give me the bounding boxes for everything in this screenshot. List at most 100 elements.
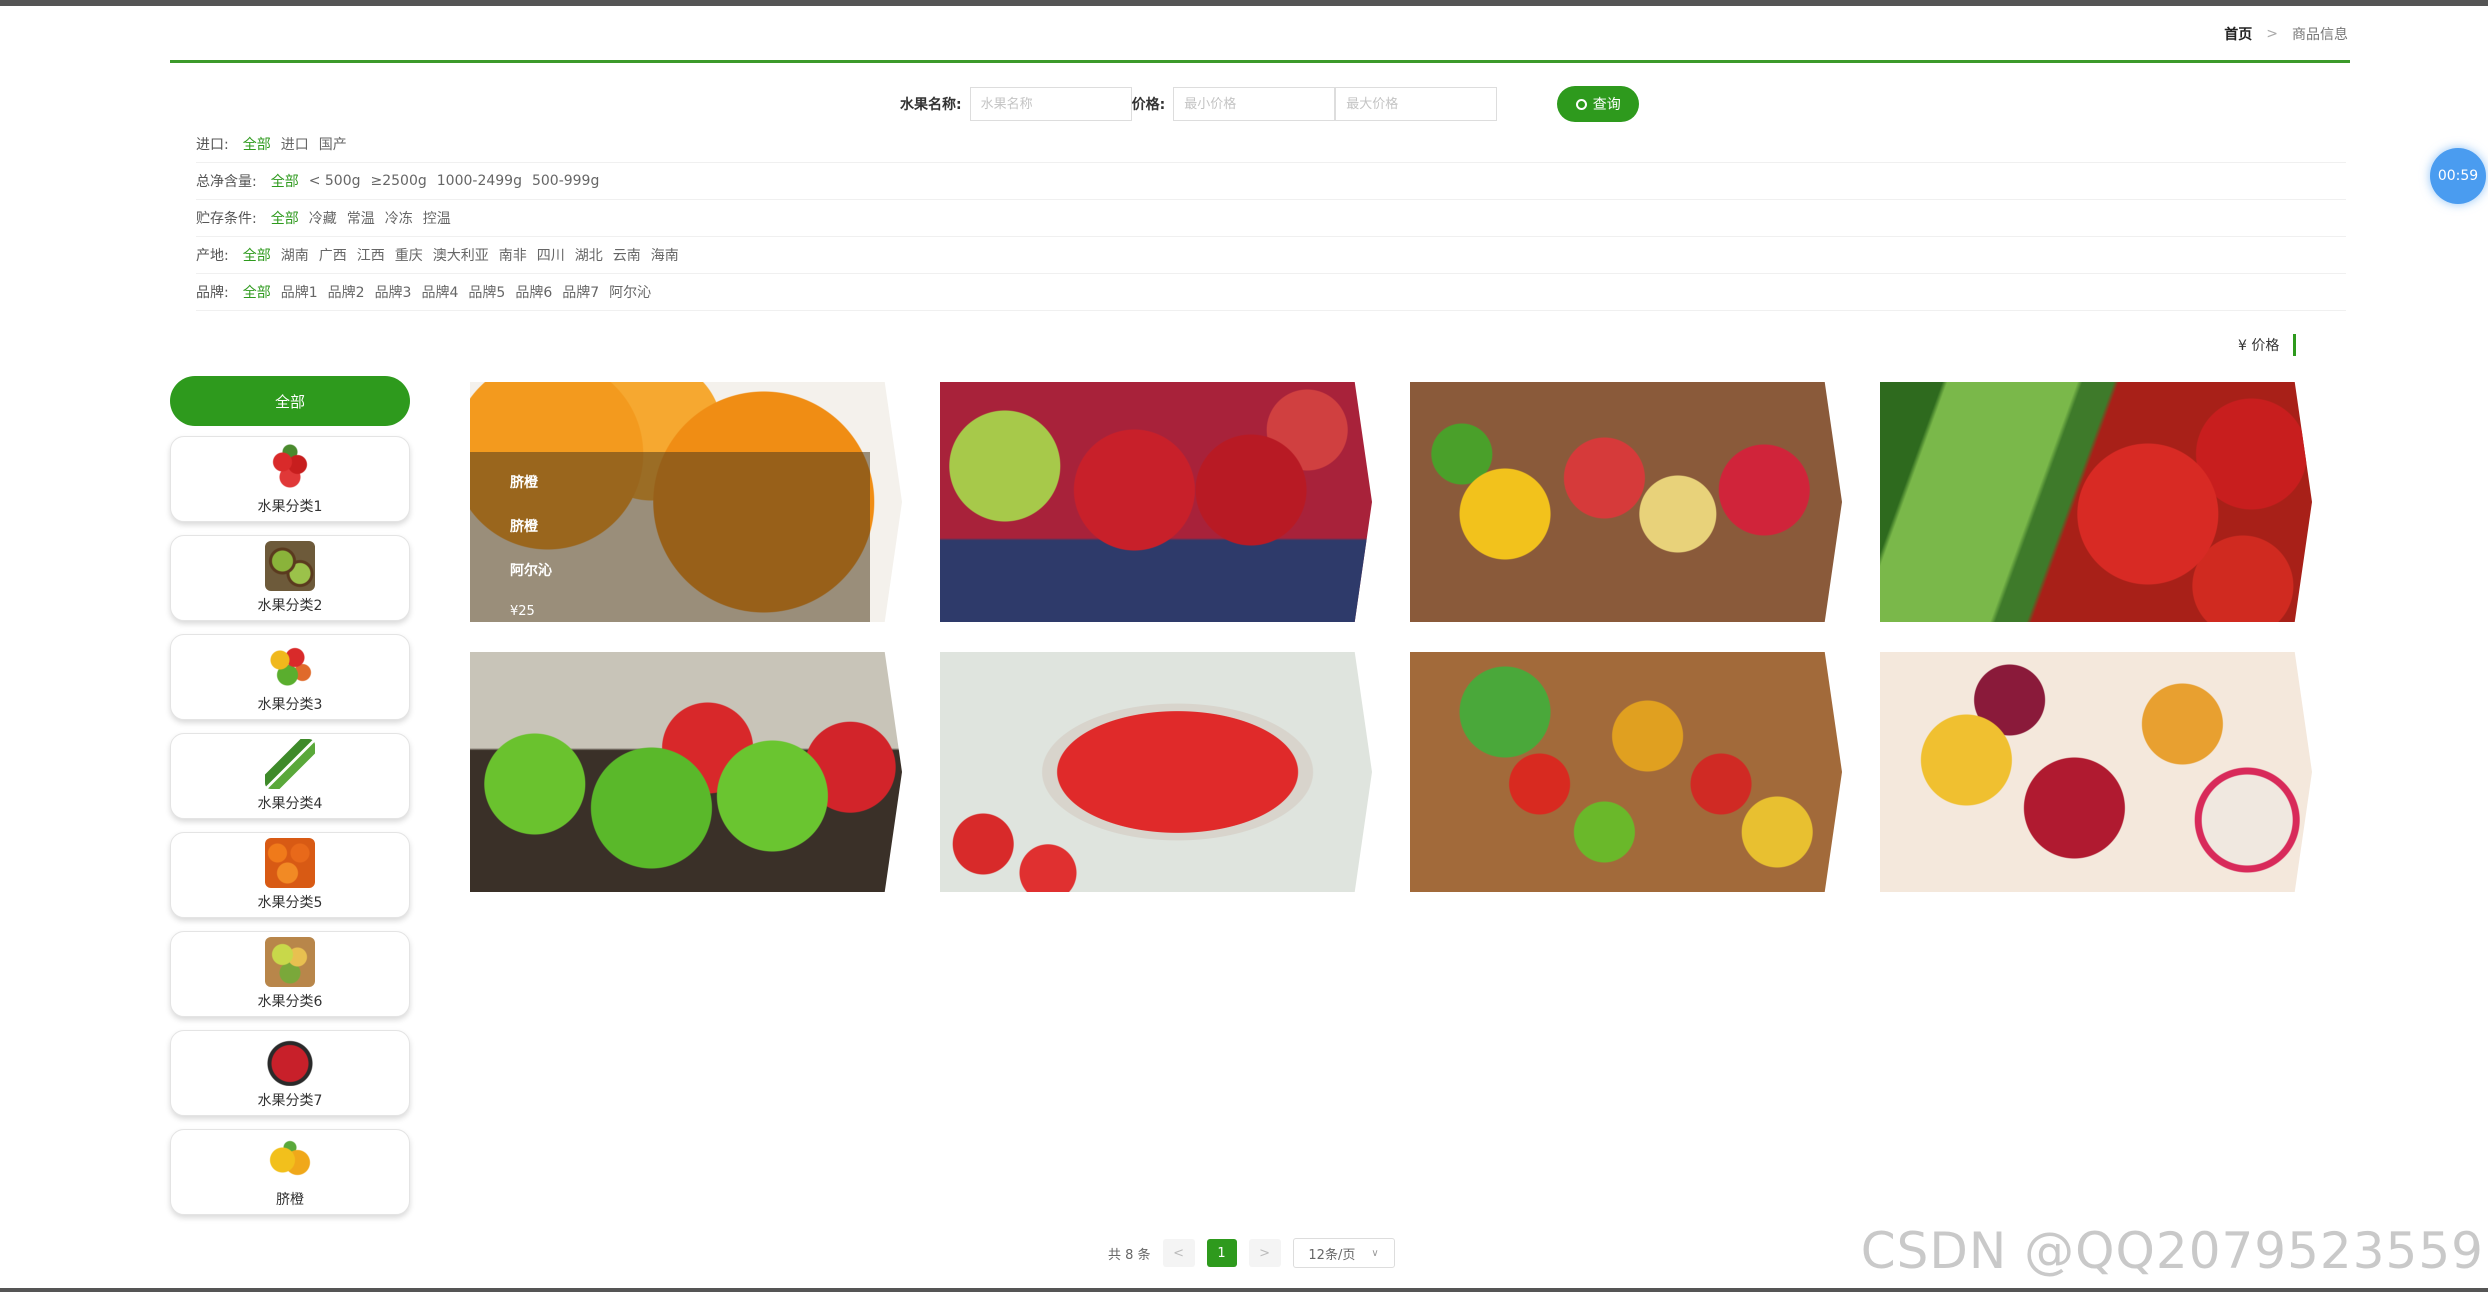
page-size-value: 12条/页 [1308,1247,1356,1263]
category-label: 水果分类1 [257,499,323,515]
filter-option[interactable]: 常温 [347,208,375,228]
filter-option[interactable]: 全部 [243,282,271,302]
product-card[interactable] [470,652,902,892]
fruit-name-input[interactable] [969,87,1132,121]
category-item[interactable]: 水果分类2 [170,535,410,621]
filter-label: 总净含量: [196,174,257,190]
category-label: 水果分类2 [257,598,323,614]
filter-option[interactable]: 全部 [271,171,299,191]
page-number-current[interactable]: 1 [1206,1239,1237,1267]
filter-option[interactable]: 品牌2 [328,282,365,302]
min-price-input[interactable] [1173,87,1336,121]
category-item[interactable]: 脐橙 [170,1129,410,1215]
filter-option[interactable]: 四川 [537,245,565,265]
category-label: 水果分类4 [257,796,323,812]
filter-option[interactable]: 品牌3 [375,282,412,302]
category-item[interactable]: 水果分类5 [170,832,410,918]
mixed-fruit-icon [265,640,315,690]
filter-row: 总净含量: 全部 < 500g ≥2500g 1000-2499g 500-999g [196,163,2346,200]
filter-label: 产地: [196,248,229,264]
sort-control: ¥ 价格 [2238,334,2297,356]
search-button-label: 查询 [1592,97,1621,113]
filter-option[interactable]: 国产 [319,134,347,154]
filter-option[interactable]: 重庆 [395,245,423,265]
pagination: 共 8 条 < 1 > 12条/页 ∨ [1108,1238,1395,1268]
category-label: 水果分类5 [257,895,323,911]
filter-option[interactable]: 湖南 [281,245,309,265]
filter-option[interactable]: 品牌5 [468,282,505,302]
product-hover-overlay: 脐橙 脐橙 阿尔沁 ¥25 [470,452,870,622]
category-item[interactable]: 水果分类4 [170,733,410,819]
sort-indicator [2293,334,2297,356]
timer-badge[interactable]: 00:59 [2430,148,2486,204]
filter-option[interactable]: 品牌7 [562,282,599,302]
product-card[interactable]: 脐橙 脐橙 阿尔沁 ¥25 [470,382,902,622]
cherry-bowl-icon [265,1036,315,1086]
filter-option[interactable]: 品牌6 [515,282,552,302]
next-page-button[interactable]: > [1248,1239,1281,1267]
filter-option[interactable]: 500-999g [532,173,599,189]
category-item[interactable]: 水果分类7 [170,1030,410,1116]
product-price: ¥25 [510,604,535,619]
page-size-select[interactable]: 12条/页 ∨ [1292,1238,1395,1268]
filter-option[interactable]: 海南 [651,245,679,265]
filter-label: 进口: [196,137,229,153]
product-card[interactable] [1410,652,1842,892]
orange-icon [265,1135,315,1185]
product-brand: 阿尔沁 [510,563,552,579]
category-item[interactable]: 水果分类6 [170,931,410,1017]
filter-row: 品牌: 全部 品牌1 品牌2 品牌3 品牌4 品牌5 品牌6 品牌7 阿尔沁 [196,274,2346,311]
filter-option[interactable]: 冷冻 [385,208,413,228]
filter-option[interactable]: 湖北 [575,245,603,265]
sort-by-price-button[interactable]: ¥ 价格 [2238,335,2279,355]
filter-option[interactable]: 进口 [281,134,309,154]
filter-option[interactable]: 1000-2499g [437,173,522,189]
max-price-input[interactable] [1335,87,1498,121]
filter-row: 产地: 全部 湖南 广西 江西 重庆 澳大利亚 南非 四川 湖北 云南 海南 [196,237,2346,274]
filter-option[interactable]: 品牌1 [281,282,318,302]
window-top-bar [0,0,2488,6]
filter-option[interactable]: 江西 [357,245,385,265]
product-card[interactable] [940,382,1372,622]
filter-option[interactable]: 全部 [271,208,299,228]
filter-option[interactable]: 南非 [499,245,527,265]
filter-label: 贮存条件: [196,211,257,227]
category-label: 脐橙 [276,1192,304,1208]
filter-option[interactable]: 控温 [423,208,451,228]
search-button[interactable]: 查询 [1557,86,1640,122]
category-label: 水果分类3 [257,697,323,713]
filter-panel: 进口: 全部 进口 国产 总净含量: 全部 < 500g ≥2500g 1000-2499g 50… [196,126,2346,311]
filter-option[interactable]: 全部 [243,245,271,265]
breadcrumb-home-link[interactable]: 首页 [2224,24,2252,44]
product-card[interactable] [1410,382,1842,622]
category-item[interactable]: 水果分类3 [170,634,410,720]
category-label: 水果分类7 [257,1093,323,1109]
product-card[interactable] [1880,652,2312,892]
pagination-total: 共 8 条 [1108,1247,1151,1263]
prev-page-button[interactable]: < [1162,1239,1195,1267]
category-all-button[interactable]: 全部 [170,376,410,426]
search-icon [1575,98,1587,110]
category-sidebar: 全部 水果分类1 水果分类2 水果分类3 水果分类4 水果分类5 水果分类6 水果分类7 脐橙 [170,376,410,1228]
filter-option[interactable]: 云南 [613,245,641,265]
filter-row: 贮存条件: 全部 冷藏 常温 冷冻 控温 [196,200,2346,237]
kiwi-icon [265,541,315,591]
window-bottom-bar [0,1288,2488,1292]
filter-option[interactable]: 广西 [319,245,347,265]
search-bar: 水果名称: 价格: 查询 [900,86,1640,122]
product-card[interactable] [1880,382,2312,622]
filter-option[interactable]: < 500g [309,173,361,189]
product-name: 脐橙 [510,475,538,491]
breadcrumb: 首页 > 商品信息 [2224,24,2348,44]
category-item[interactable]: 水果分类1 [170,436,410,522]
filter-option[interactable]: 全部 [243,134,271,154]
product-card[interactable] [940,652,1372,892]
filter-option[interactable]: 阿尔沁 [609,282,651,302]
filter-option[interactable]: 品牌4 [421,282,458,302]
price-label: 价格: [1131,97,1166,113]
chevron-down-icon: ∨ [1371,1247,1379,1259]
filter-option[interactable]: 澳大利亚 [433,245,489,265]
breadcrumb-separator: > [2266,26,2278,42]
filter-option[interactable]: 冷藏 [309,208,337,228]
filter-option[interactable]: ≥2500g [371,173,427,189]
